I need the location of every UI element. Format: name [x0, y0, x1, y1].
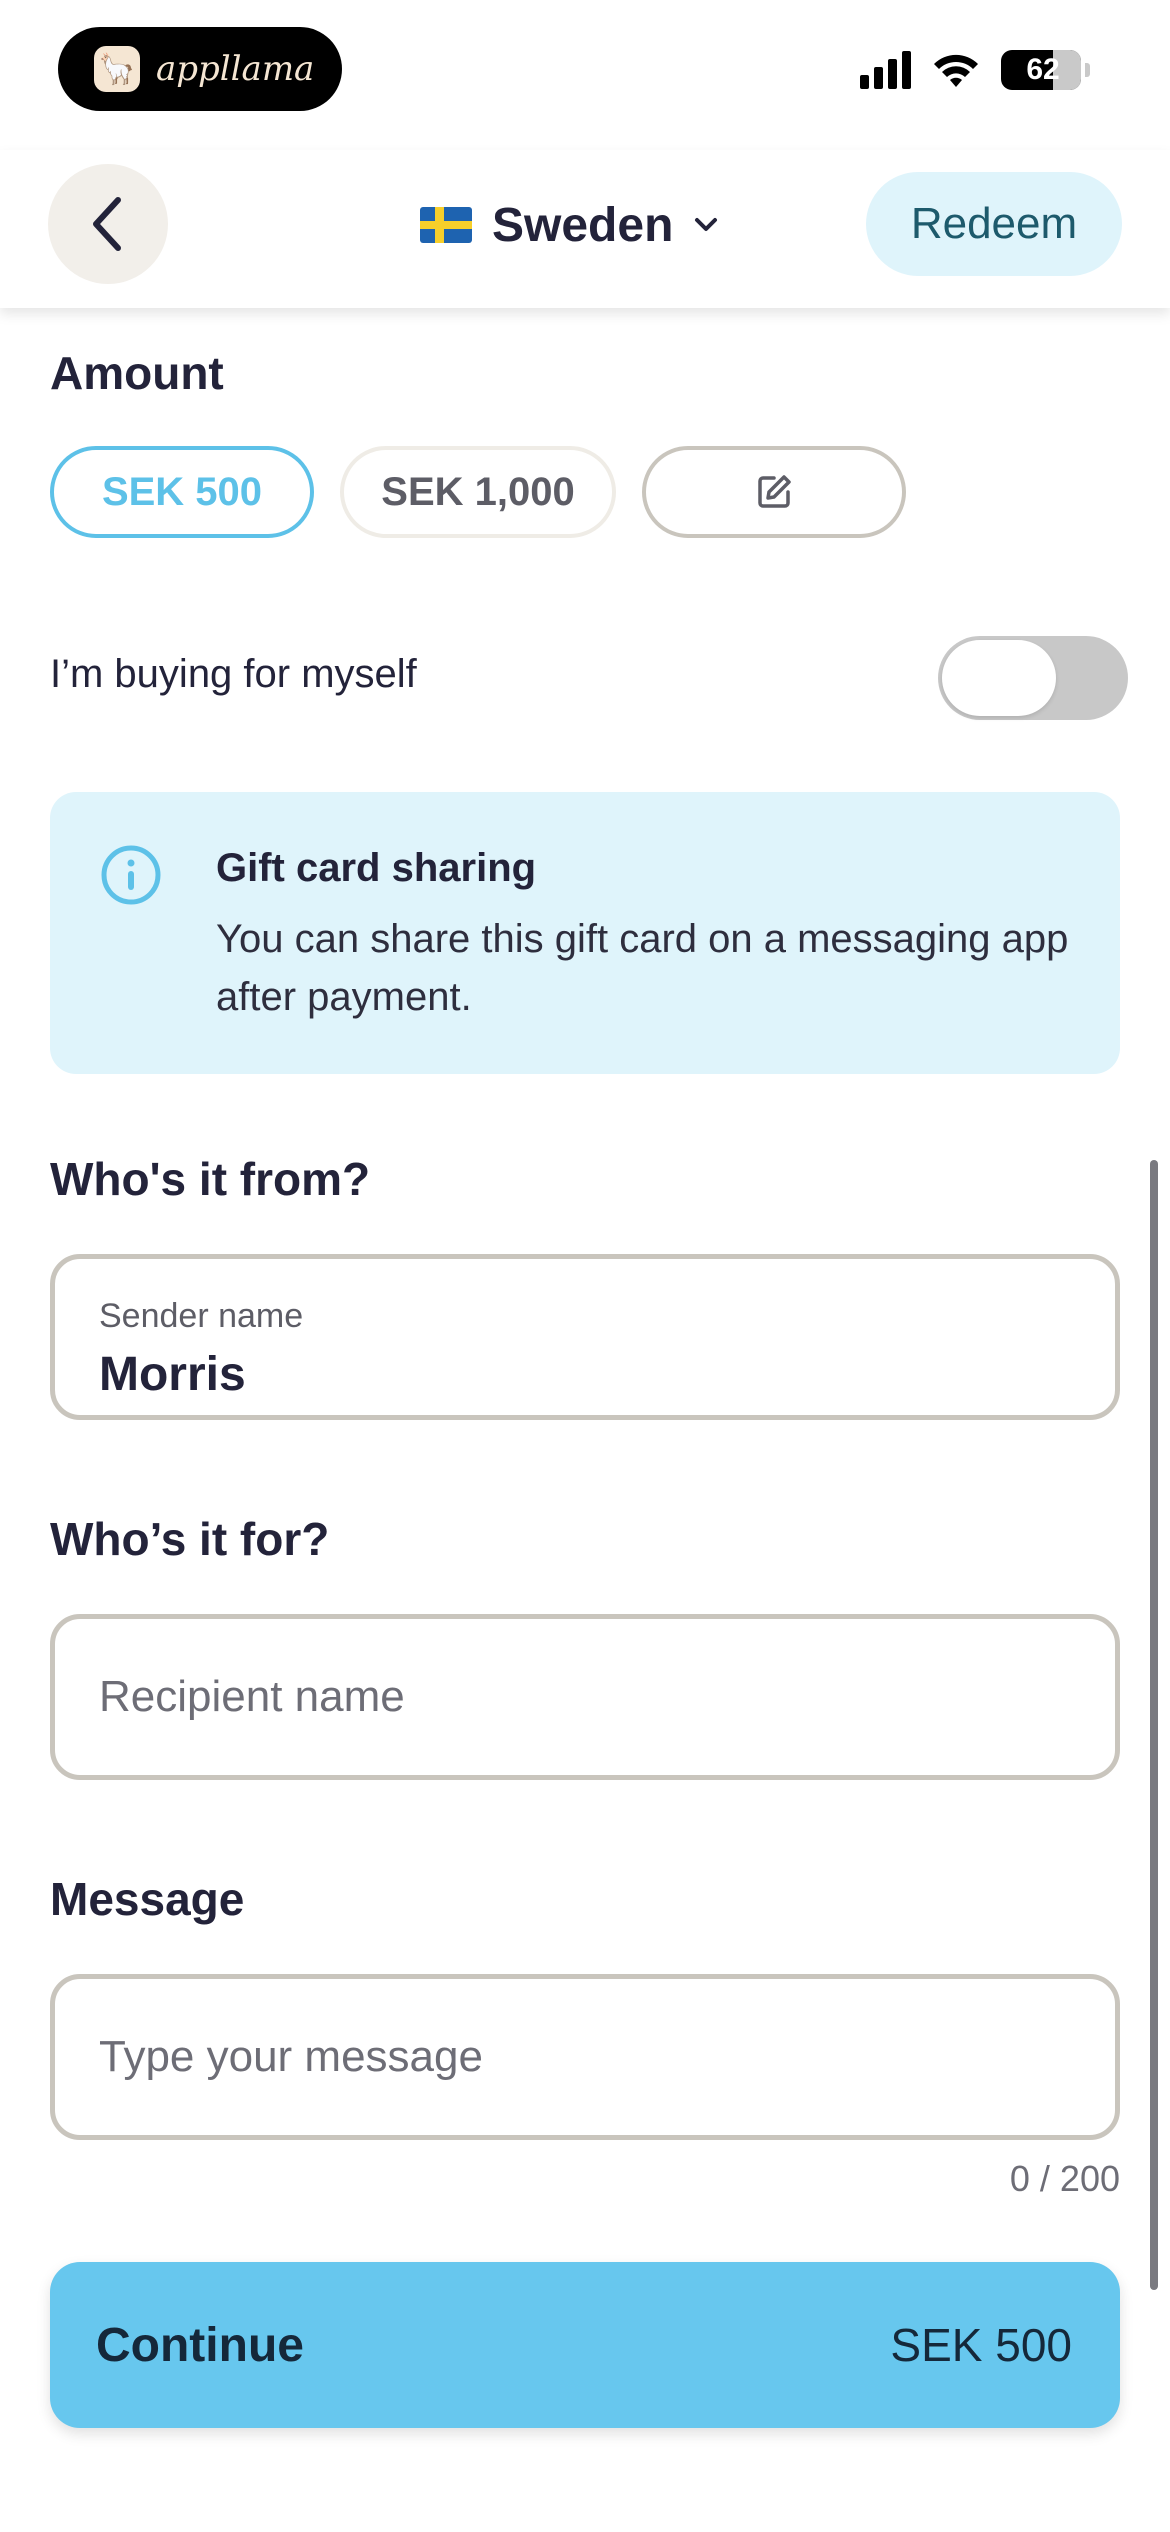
recipient-heading: Who’s it for? — [50, 1513, 330, 1565]
status-icons: 62 — [860, 50, 1090, 90]
sender-heading: Who's it from? — [50, 1153, 371, 1205]
battery-level: 62 — [1026, 53, 1060, 86]
amount-chip-500[interactable]: SEK 500 — [50, 446, 314, 538]
custom-amount-button[interactable] — [642, 446, 906, 538]
continue-price: SEK 500 — [890, 2319, 1072, 2371]
message-character-counter: 0 / 200 — [1009, 2158, 1120, 2199]
chevron-left-icon — [93, 197, 121, 251]
battery-tip — [1085, 63, 1090, 77]
app-name: appllama — [156, 49, 315, 89]
buying-for-myself-label: I’m buying for myself — [50, 652, 417, 696]
toggle-knob — [942, 640, 1056, 716]
info-title: Gift card sharing — [216, 846, 537, 890]
back-button[interactable] — [48, 164, 168, 284]
message-heading: Message — [50, 1873, 245, 1925]
sender-name-value: Morris — [99, 1348, 246, 1401]
llama-logo-icon: 🦙 — [94, 46, 140, 92]
message-field[interactable]: Type your message — [50, 1974, 1120, 2140]
app-indicator-pill[interactable]: 🦙 appllama — [58, 27, 342, 111]
sweden-flag-icon — [420, 207, 472, 243]
country-selector[interactable]: Sweden — [420, 190, 719, 260]
info-icon — [101, 845, 161, 905]
sender-name-label: Sender name — [99, 1297, 304, 1335]
status-bar: 🦙 appllama 62 — [0, 0, 1170, 150]
buying-for-myself-toggle[interactable] — [938, 636, 1128, 720]
gift-card-purchase-screen: 🦙 appllama 62 Sweden Redeem Amount SEK 5… — [0, 0, 1170, 2532]
battery-icon: 62 — [1001, 50, 1081, 90]
edit-icon — [758, 475, 791, 508]
amount-chip-1000[interactable]: SEK 1,000 — [340, 446, 616, 538]
continue-button[interactable]: Continue SEK 500 — [50, 2262, 1120, 2428]
country-name: Sweden — [492, 198, 674, 252]
recipient-name-placeholder: Recipient name — [99, 1672, 405, 1721]
sender-name-field[interactable]: Sender name Morris — [50, 1254, 1120, 1420]
message-placeholder: Type your message — [99, 2032, 483, 2081]
wifi-icon — [934, 54, 978, 87]
header: Sweden Redeem — [0, 150, 1170, 308]
info-text: You can share this gift card on a messag… — [216, 917, 1069, 1019]
amount-heading: Amount — [50, 347, 224, 399]
scrollbar[interactable] — [1150, 1160, 1158, 2290]
recipient-name-field[interactable]: Recipient name — [50, 1614, 1120, 1780]
signal-icon — [860, 51, 911, 89]
continue-label: Continue — [96, 2318, 304, 2372]
gift-card-sharing-info: Gift card sharing You can share this gif… — [50, 792, 1120, 1074]
redeem-button[interactable]: Redeem — [866, 172, 1122, 276]
chevron-down-icon — [695, 218, 718, 231]
